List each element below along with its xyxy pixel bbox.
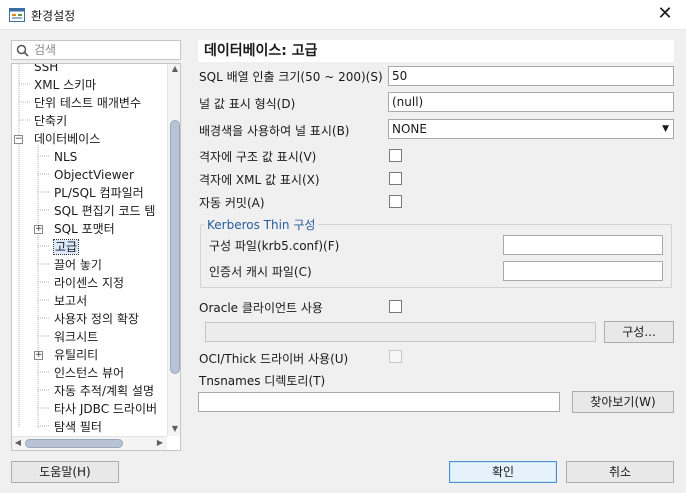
scroll-left-icon[interactable]: ◀ xyxy=(12,438,24,450)
close-icon[interactable]: ✕ xyxy=(654,4,676,26)
krb-cache-label: 인증서 캐시 파일(C) xyxy=(209,265,312,279)
tree-item-plsql-compiler[interactable]: PL/SQL 컴파일러 xyxy=(54,184,144,202)
ok-button[interactable]: 확인 xyxy=(449,461,557,483)
tree-vertical-scroll-thumb[interactable] xyxy=(170,120,180,374)
window-title: 환경설정 xyxy=(31,9,76,23)
tree-item-label: 데이터베이스 xyxy=(34,132,101,146)
tree-item-label: NLS xyxy=(54,150,78,164)
tree-item-label: 타사 JDBC 드라이버 xyxy=(54,402,158,416)
tree-item-worksheet[interactable]: 워크시트 xyxy=(54,328,98,346)
tree-item-user-extensions[interactable]: 사용자 정의 확장 xyxy=(54,310,139,328)
tree-item-utilities[interactable]: 유틸리티 xyxy=(54,346,98,364)
tnsnames-input[interactable] xyxy=(198,392,560,412)
tree-item-label: 자동 추적/계획 설명 xyxy=(54,384,154,398)
oci-thick-label: OCI/Thick 드라이버 사용(U) xyxy=(199,352,349,366)
krb-cache-input[interactable] xyxy=(503,261,663,281)
tree-item-shortcut-keys[interactable]: 단축키 xyxy=(34,112,67,130)
null-display-label: 널 값 표시 형식(D) xyxy=(199,97,296,111)
search-box[interactable] xyxy=(11,40,181,60)
tree-item-label: 보고서 xyxy=(54,294,88,308)
krb-config-label: 구성 파일(krb5.conf)(F) xyxy=(209,239,340,253)
grid-struct-label: 격자에 구조 값 표시(V) xyxy=(199,150,317,164)
browse-button[interactable]: 찾아보기(W) xyxy=(572,391,674,413)
tree-item-third-party-jdbc[interactable]: 타사 JDBC 드라이버 xyxy=(54,400,157,418)
cancel-button[interactable]: 취소 xyxy=(566,461,674,483)
title-bar: 환경설정 ✕ xyxy=(0,0,686,30)
tree-item-label: 인스턴스 뷰어 xyxy=(54,366,125,380)
tree-item-label: 단축키 xyxy=(34,114,68,128)
tree-item-sql-editor-templates[interactable]: SQL 편집기 코드 템 xyxy=(54,202,155,220)
tree-item-ssh[interactable]: SSH xyxy=(34,63,59,76)
tree-item-nls[interactable]: NLS xyxy=(54,148,77,166)
krb-config-input[interactable] xyxy=(503,235,663,255)
tree-item-sql-formatter[interactable]: SQL 포맷터 xyxy=(54,220,115,238)
tree-item-label: SSH xyxy=(34,63,59,74)
scroll-up-icon[interactable]: ▲ xyxy=(168,64,180,76)
bg-null-select-value: NONE xyxy=(392,122,427,136)
tree-item-reports[interactable]: 보고서 xyxy=(54,292,87,310)
tree-item-label: XML 스키마 xyxy=(34,78,97,92)
tree-item-label: 탐색 필터 xyxy=(54,420,102,434)
fetch-size-label: SQL 배열 인출 크기(50 ~ 200)(S) xyxy=(199,70,383,84)
tree-item-xml-schema[interactable]: XML 스키마 xyxy=(34,76,96,94)
tree-item-label: PL/SQL 컴파일러 xyxy=(54,186,144,200)
tree-item-instance-viewer[interactable]: 인스턴스 뷰어 xyxy=(54,364,124,382)
tree-item-label: ObjectViewer xyxy=(54,168,134,182)
autocommit-label: 자동 커밋(A) xyxy=(199,196,265,210)
search-icon xyxy=(16,44,29,57)
tree-item-drag-drop[interactable]: 끌어 놓기 xyxy=(54,256,102,274)
bg-null-select[interactable]: NONE ▼ xyxy=(388,119,674,139)
tnsnames-label: Tnsnames 디렉토리(T) xyxy=(199,374,326,388)
tree-item-navigation-filter[interactable]: 탐색 필터 xyxy=(54,418,102,436)
fetch-size-input[interactable]: 50 xyxy=(388,66,674,86)
tree-vertical-scrollbar[interactable]: ▲ ▼ xyxy=(167,64,180,436)
tree-item-unit-test-params[interactable]: 단위 테스트 매개변수 xyxy=(34,94,141,112)
tree-item-database[interactable]: 데이터베이스 xyxy=(34,130,100,148)
chevron-down-icon: ▼ xyxy=(662,124,669,134)
scroll-right-icon[interactable]: ▶ xyxy=(154,438,166,450)
tree-item-licensing[interactable]: 라이센스 지정 xyxy=(54,274,124,292)
tree-item-label: 끌어 놓기 xyxy=(54,258,102,272)
kerberos-group-title: Kerberos Thin 구성 xyxy=(204,216,319,233)
tree-item-label: 워크시트 xyxy=(54,330,99,344)
tree-item-label: 단위 테스트 매개변수 xyxy=(34,96,141,110)
autocommit-checkbox[interactable] xyxy=(389,195,402,208)
preferences-tree[interactable]: SSH XML 스키마 단위 테스트 매개변수 단축키 − 데이터베이스 NLS… xyxy=(11,63,181,451)
panel-title: 데이터베이스: 고급 xyxy=(198,40,674,62)
tree-item-label: SQL 포맷터 xyxy=(54,222,115,236)
tree-item-label: 사용자 정의 확장 xyxy=(54,312,139,326)
oci-thick-checkbox xyxy=(389,350,402,363)
tree-item-label: 유틸리티 xyxy=(54,348,99,362)
grid-struct-checkbox[interactable] xyxy=(389,149,402,162)
tree-item-advanced[interactable]: 고급 xyxy=(52,238,80,256)
configure-button[interactable]: 구성... xyxy=(604,321,674,343)
oracle-client-checkbox[interactable] xyxy=(389,300,402,313)
expand-icon[interactable]: + xyxy=(34,225,43,234)
tree-item-label: SQL 편집기 코드 템 xyxy=(54,204,156,218)
expand-icon[interactable]: + xyxy=(34,351,43,360)
collapse-icon[interactable]: − xyxy=(14,135,23,144)
grid-xml-label: 격자에 XML 값 표시(X) xyxy=(199,173,320,187)
tree-horizontal-scroll-thumb[interactable] xyxy=(25,439,123,448)
grid-xml-checkbox[interactable] xyxy=(389,172,402,185)
tree-item-objectviewer[interactable]: ObjectViewer xyxy=(54,166,134,184)
search-input[interactable] xyxy=(34,41,174,59)
bg-null-label: 배경색을 사용하여 널 표시(B) xyxy=(199,124,350,138)
app-icon xyxy=(9,8,25,22)
oracle-client-label: Oracle 클라이언트 사용 xyxy=(199,301,323,315)
scroll-down-icon[interactable]: ▼ xyxy=(168,424,180,436)
help-button[interactable]: 도움말(H) xyxy=(11,461,119,483)
oracle-client-path-field xyxy=(205,322,596,342)
tree-item-label: 고급 xyxy=(52,239,80,255)
tree-item-label: 라이센스 지정 xyxy=(54,276,125,290)
tree-horizontal-scrollbar[interactable]: ◀ ▶ xyxy=(12,436,167,450)
null-display-input[interactable]: (null) xyxy=(388,92,674,112)
tree-item-autotrace[interactable]: 자동 추적/계획 설명 xyxy=(54,382,154,400)
